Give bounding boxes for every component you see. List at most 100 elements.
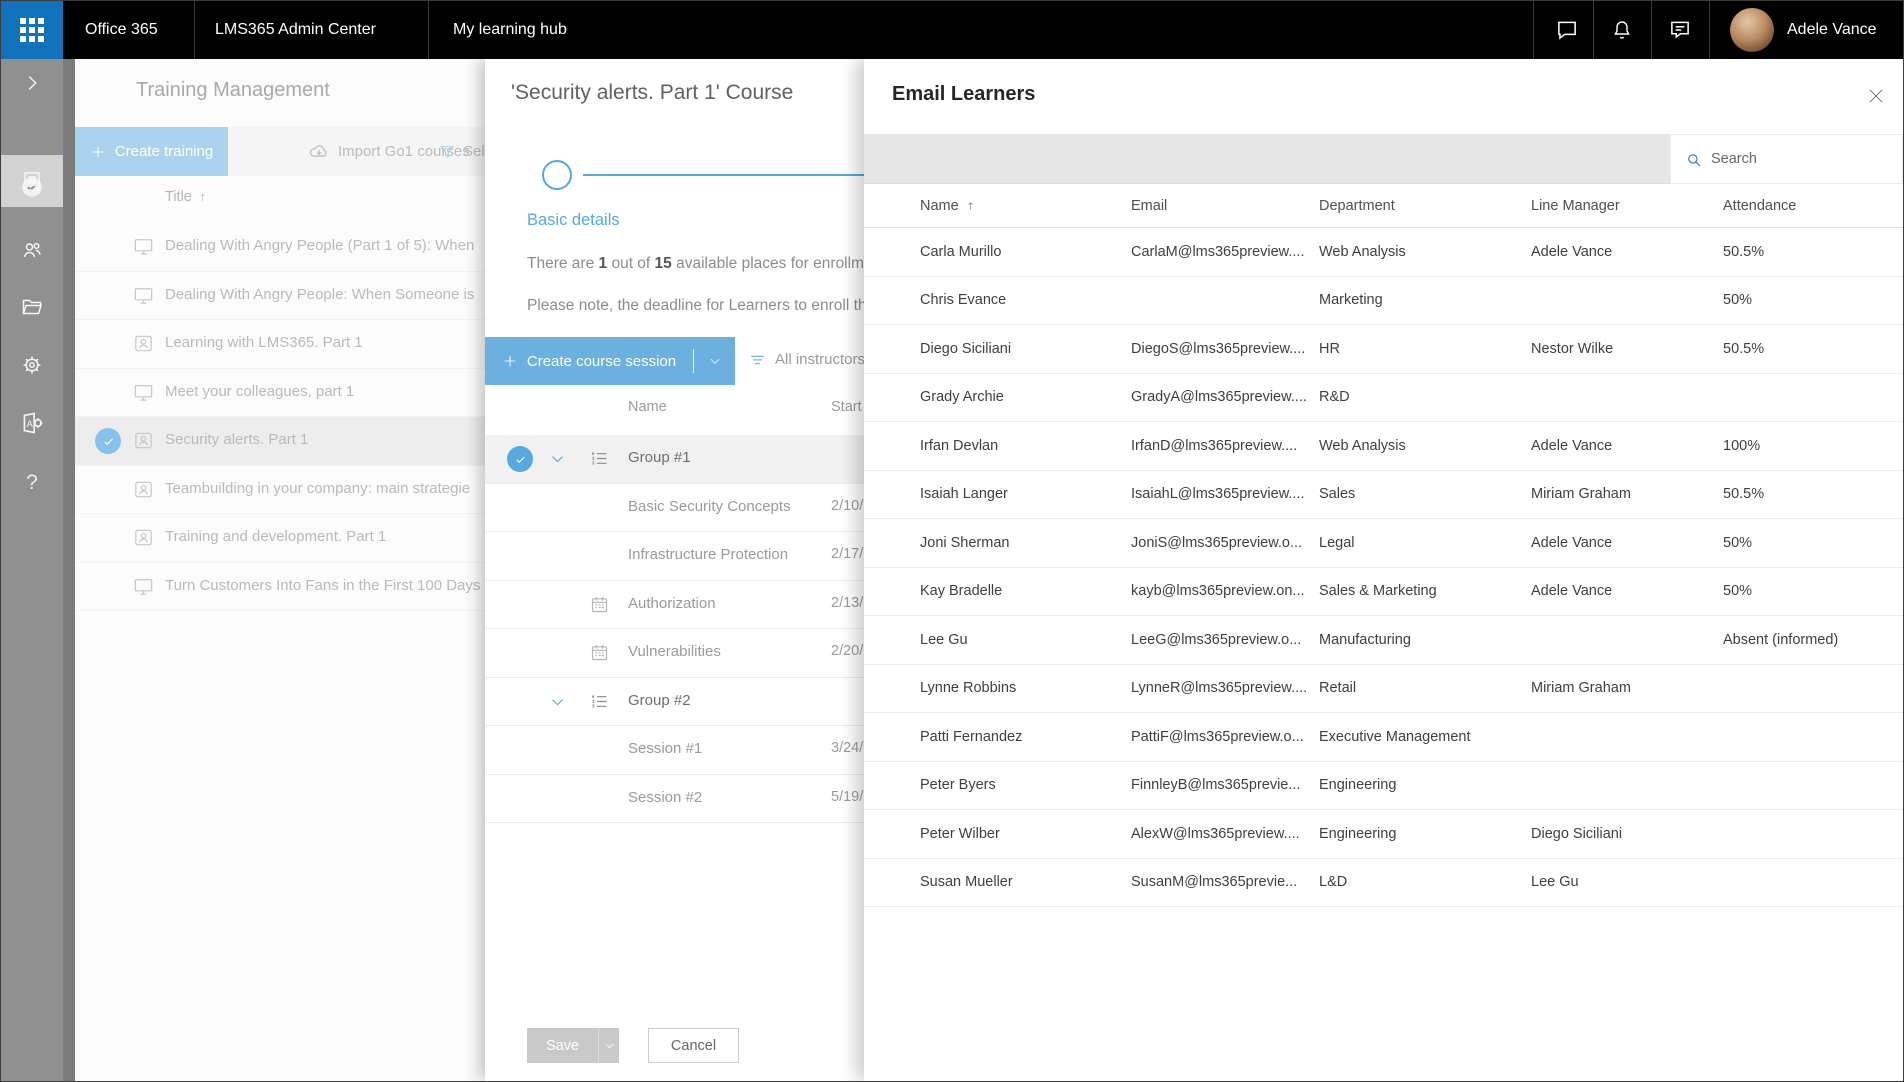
- learner-name: Irfan Devlan: [920, 438, 1131, 454]
- learner-department: HR: [1319, 341, 1531, 357]
- feedback-button[interactable]: [1651, 1, 1709, 59]
- session-row[interactable]: Group #2: [485, 678, 864, 727]
- instructor-led-icon: [132, 526, 155, 554]
- page-title: Training Management: [136, 79, 330, 102]
- save-button[interactable]: Save: [527, 1028, 598, 1063]
- training-title: Security alerts. Part 1: [165, 431, 308, 448]
- rail-item-help[interactable]: ?: [1, 459, 63, 507]
- column-header-department[interactable]: Department: [1319, 198, 1531, 214]
- column-header-line-manager[interactable]: Line Manager: [1531, 198, 1723, 214]
- rail-item-settings[interactable]: [1, 341, 63, 389]
- select-filter-button[interactable]: Sel: [438, 127, 485, 176]
- training-title: Turn Customers Into Fans in the First 10…: [165, 577, 480, 594]
- column-header-start-date[interactable]: Start D: [831, 399, 864, 415]
- vertical-scrollbar[interactable]: [63, 59, 75, 1081]
- session-name: Group #1: [628, 449, 691, 466]
- rail-item-people[interactable]: [1, 226, 63, 274]
- bell-icon: [1610, 18, 1634, 42]
- create-session-dropdown-button[interactable]: [694, 337, 735, 385]
- hub-menu-button[interactable]: My learning hub: [453, 1, 591, 59]
- create-course-session-button[interactable]: Create course session: [485, 337, 735, 385]
- session-name: Infrastructure Protection: [628, 546, 788, 563]
- learner-department: Sales & Marketing: [1319, 583, 1531, 599]
- training-title: Teambuilding in your company: main strat…: [165, 480, 470, 497]
- learner-line-manager: Adele Vance: [1531, 535, 1723, 551]
- column-header-name[interactable]: Name: [920, 198, 1131, 214]
- learner-department: Web Analysis: [1319, 438, 1531, 454]
- learner-row[interactable]: Lee Gu LeeG@lms365preview.o... Manufactu…: [864, 616, 1903, 665]
- instructor-led-icon: [132, 332, 155, 360]
- learner-row[interactable]: Diego Siciliani DiegoS@lms365preview....…: [864, 325, 1903, 374]
- elearning-monitor-icon: [132, 235, 155, 263]
- learner-row[interactable]: Peter Byers FinnleyB@lms365previe... Eng…: [864, 762, 1903, 811]
- session-name: Session #2: [628, 789, 702, 806]
- learner-email: IsaiahL@lms365preview....: [1131, 486, 1319, 502]
- wizard-step-circle[interactable]: [542, 160, 572, 190]
- learner-email: LynneR@lms365preview....: [1131, 680, 1319, 696]
- learner-name: Peter Wilber: [920, 826, 1131, 842]
- column-header-title[interactable]: Title: [165, 189, 208, 205]
- learner-row[interactable]: Grady Archie GradyA@lms365preview.... R&…: [864, 374, 1903, 423]
- rail-item-admin-app[interactable]: A: [1, 399, 63, 447]
- funnel-icon: [438, 143, 456, 161]
- learner-department: Marketing: [1319, 292, 1531, 308]
- learner-email: JoniS@lms365preview.o...: [1131, 535, 1319, 551]
- cancel-button[interactable]: Cancel: [648, 1028, 739, 1063]
- column-header-attendance[interactable]: Attendance: [1723, 198, 1903, 214]
- training-list-icon: [20, 169, 44, 193]
- expand-chevron[interactable]: [549, 694, 566, 716]
- app-launcher-button[interactable]: [1, 1, 63, 59]
- calendar-icon: [589, 594, 610, 620]
- create-course-session-main[interactable]: Create course session: [485, 337, 693, 385]
- session-row[interactable]: Session #1 3/24/: [485, 726, 864, 775]
- chat-button[interactable]: [1541, 1, 1593, 59]
- help-icon: ?: [26, 471, 38, 495]
- create-training-button[interactable]: Create training: [75, 127, 228, 176]
- learner-row[interactable]: Susan Mueller SusanM@lms365previe... L&D…: [864, 859, 1903, 908]
- select-filter-label: Sel: [463, 143, 485, 160]
- learner-row[interactable]: Kay Bradelle kayb@lms365preview.on... Sa…: [864, 568, 1903, 617]
- session-row[interactable]: Vulnerabilities 2/20/: [485, 629, 864, 678]
- learner-row[interactable]: Chris Evance Marketing 50%: [864, 277, 1903, 326]
- session-row[interactable]: Group #1: [485, 435, 864, 484]
- session-row[interactable]: Infrastructure Protection 2/17/: [485, 532, 864, 581]
- enrollment-info-text: There are 1 out of 15 available places f…: [527, 255, 864, 273]
- create-training-label: Create training: [115, 143, 213, 160]
- search-input[interactable]: [1711, 136, 1896, 182]
- learner-department: Retail: [1319, 680, 1531, 696]
- learner-name: Grady Archie: [920, 389, 1131, 405]
- sort-ascending-icon: [197, 191, 208, 204]
- learner-line-manager: Adele Vance: [1531, 583, 1723, 599]
- expand-chevron[interactable]: [549, 451, 566, 473]
- calendar-icon: [589, 642, 610, 668]
- user-avatar[interactable]: [1730, 8, 1774, 52]
- elearning-monitor-icon: [132, 284, 155, 312]
- learner-row[interactable]: Peter Wilber AlexW@lms365preview.... Eng…: [864, 810, 1903, 859]
- rail-item-training-management[interactable]: [1, 157, 63, 205]
- close-button[interactable]: [1867, 87, 1885, 105]
- learner-department: Web Analysis: [1319, 244, 1531, 260]
- session-row[interactable]: Basic Security Concepts 2/10/: [485, 484, 864, 533]
- session-row[interactable]: Session #2 5/19/: [485, 775, 864, 824]
- notifications-button[interactable]: [1593, 1, 1651, 59]
- session-start-date: 2/10/: [831, 498, 863, 514]
- instructor-led-icon: [132, 478, 155, 506]
- create-course-session-label: Create course session: [527, 353, 676, 370]
- instructors-filter[interactable]: All instructors: [748, 350, 864, 369]
- learner-row[interactable]: Joni Sherman JoniS@lms365preview.o... Le…: [864, 519, 1903, 568]
- rail-expand-button[interactable]: [1, 59, 63, 107]
- learner-name: Susan Mueller: [920, 874, 1131, 890]
- learner-row[interactable]: Carla Murillo CarlaM@lms365preview.... W…: [864, 228, 1903, 277]
- title-column-label: Title: [165, 189, 192, 205]
- learner-row[interactable]: Isaiah Langer IsaiahL@lms365preview.... …: [864, 471, 1903, 520]
- learner-row[interactable]: Irfan Devlan IrfanD@lms365preview.... We…: [864, 422, 1903, 471]
- learner-row[interactable]: Lynne Robbins LynneR@lms365preview.... R…: [864, 665, 1903, 714]
- column-header-name[interactable]: Name: [628, 399, 667, 415]
- session-row[interactable]: Authorization 2/13/: [485, 581, 864, 630]
- learner-row[interactable]: Patti Fernandez PattiF@lms365preview.o..…: [864, 713, 1903, 762]
- column-header-email[interactable]: Email: [1131, 198, 1319, 214]
- save-dropdown-button[interactable]: [598, 1028, 619, 1063]
- sort-ascending-icon: [965, 199, 976, 213]
- rail-item-content[interactable]: [1, 283, 63, 331]
- admin-app-icon: A: [19, 410, 45, 436]
